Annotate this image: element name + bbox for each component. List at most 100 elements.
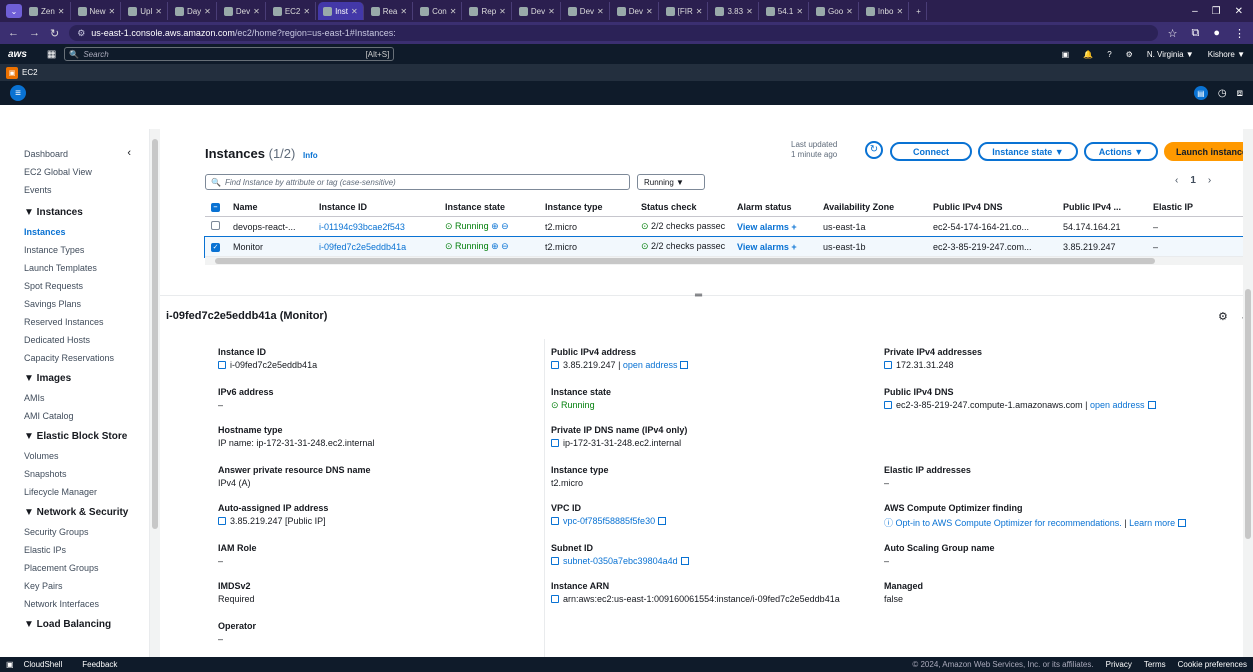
col-instance-type[interactable]: Instance type <box>539 202 635 212</box>
instance-state-button[interactable]: Instance state ▼ <box>978 142 1078 161</box>
cell-instance-id[interactable]: i-01194c93bcae2f543 <box>313 222 439 232</box>
detail-value[interactable]: Opt-in to AWS Compute Optimizer for reco… <box>896 518 1122 528</box>
browser-tab[interactable]: Inbo ✕ <box>861 2 910 20</box>
sidebar-item[interactable]: Elastic IPs <box>24 541 149 559</box>
table-row[interactable]: ✓ Monitor i-09fed7c2e5eddb41a ⊙ Running ⊕ ⊖… <box>204 236 1253 258</box>
sidebar-item[interactable]: Key Pairs <box>24 577 149 595</box>
browser-tab[interactable]: New ✕ <box>73 2 122 20</box>
sidebar-item[interactable]: Network Interfaces <box>24 595 149 613</box>
col-public-ipv4[interactable]: Public IPv4 ... <box>1057 202 1147 212</box>
zoom-in-icon[interactable]: ⊕ <box>491 241 499 251</box>
tab-close-icon[interactable]: ✕ <box>696 7 703 16</box>
info-link[interactable]: Info <box>303 151 318 160</box>
tab-close-icon[interactable]: ✕ <box>109 7 116 16</box>
copy-icon[interactable] <box>551 517 559 525</box>
cell-instance-id[interactable]: i-09fed7c2e5eddb41a <box>313 242 439 252</box>
connect-button[interactable]: Connect <box>890 142 972 161</box>
aws-search-input[interactable]: 🔍 Search [Alt+S] <box>64 47 395 61</box>
detail-link[interactable]: open address <box>1090 400 1145 410</box>
detail-value[interactable]: vpc-0f785f58885f5fe30 <box>563 516 655 526</box>
instance-filter-input[interactable]: 🔍 Find Instance by attribute or tag (cas… <box>205 174 630 190</box>
notifications-bell-icon[interactable]: 🔔 <box>1083 50 1093 59</box>
sidebar-item[interactable]: Security Groups <box>24 523 149 541</box>
sidebar-group-header[interactable]: ▼ Images <box>24 369 149 389</box>
sidebar-scrollbar[interactable] <box>150 129 160 657</box>
notifications-panel-icon[interactable]: ⧈ <box>1237 88 1243 99</box>
recent-icon[interactable]: ◷ <box>1218 88 1227 99</box>
feedback-link[interactable]: Feedback <box>82 660 117 669</box>
tab-close-icon[interactable]: ✕ <box>646 7 653 16</box>
browser-tab[interactable]: Dev ✕ <box>514 2 561 20</box>
tab-close-icon[interactable]: ✕ <box>499 7 506 16</box>
col-instance-id[interactable]: Instance ID <box>313 202 439 212</box>
browser-tab[interactable]: Inst ✕ <box>318 2 364 20</box>
sidebar-item[interactable]: AMI Catalog <box>24 407 149 425</box>
restore-icon[interactable]: ❐ <box>1212 6 1221 17</box>
row-checkbox[interactable] <box>211 221 220 230</box>
browser-tab[interactable]: Rea ✕ <box>366 2 414 20</box>
tab-close-icon[interactable]: ✕ <box>400 7 407 16</box>
close-window-icon[interactable]: ✕ <box>1235 6 1243 17</box>
sidebar-group-header[interactable]: ▼ Load Balancing <box>24 615 149 635</box>
col-name[interactable]: Name <box>227 202 313 212</box>
details-gear-icon[interactable]: ⚙ <box>1218 310 1228 323</box>
cloudshell-icon[interactable]: ▣ <box>1062 50 1070 59</box>
sidebar-item[interactable]: Lifecycle Manager <box>24 483 149 501</box>
browser-tab[interactable]: Con ✕ <box>415 2 463 20</box>
browser-tab[interactable]: Dev ✕ <box>563 2 610 20</box>
browser-menu-icon[interactable]: ⋮ <box>1234 27 1245 40</box>
service-name[interactable]: EC2 <box>22 68 38 77</box>
terms-link[interactable]: Terms <box>1144 660 1166 669</box>
sidebar-group-header[interactable]: ▼ Elastic Block Store <box>24 427 149 447</box>
reload-icon[interactable]: ↻ <box>50 27 59 40</box>
content-scrollbar[interactable] <box>1243 129 1253 657</box>
browser-tab[interactable]: [FIR ✕ <box>661 2 709 20</box>
minimize-icon[interactable]: – <box>1192 6 1198 17</box>
bookmark-star-icon[interactable]: ☆ <box>1168 27 1178 40</box>
browser-tab[interactable]: EC2 ✕ <box>268 2 317 20</box>
tab-menu-button[interactable]: ⌄ <box>6 4 22 18</box>
sidebar-item[interactable]: Instance Types <box>24 241 149 259</box>
split-drag-handle-icon[interactable]: ═ <box>695 290 702 301</box>
sidebar-item[interactable]: Spot Requests <box>24 277 149 295</box>
tab-close-icon[interactable]: ✕ <box>796 7 803 16</box>
account-menu[interactable]: Kishore ▼ <box>1208 50 1245 59</box>
sidebar-group-header[interactable]: ▼ Instances <box>24 203 149 223</box>
col-elastic-ip[interactable]: Elastic IP <box>1147 202 1207 212</box>
copy-icon[interactable] <box>884 361 892 369</box>
sidebar-item[interactable]: Volumes <box>24 447 149 465</box>
zoom-in-icon[interactable]: ⊕ <box>491 221 499 231</box>
sidebar-item[interactable]: EC2 Global View <box>24 163 149 181</box>
select-all-checkbox[interactable]: – <box>211 203 220 212</box>
zoom-out-icon[interactable]: ⊖ <box>501 221 509 231</box>
extensions-icon[interactable]: ⧉ <box>1191 27 1199 40</box>
table-row[interactable]: devops-react-... i-01194c93bcae2f543 ⊙ Run… <box>205 217 1253 237</box>
profile-avatar-icon[interactable]: ● <box>1213 27 1220 40</box>
col-public-dns[interactable]: Public IPv4 DNS <box>927 202 1057 212</box>
settings-gear-icon[interactable]: ⚙ <box>1126 50 1133 59</box>
copy-icon[interactable] <box>218 517 226 525</box>
new-tab-button[interactable]: + <box>911 2 927 20</box>
tab-close-icon[interactable]: ✕ <box>155 7 162 16</box>
prev-page-icon[interactable]: ‹ <box>1175 175 1178 186</box>
sidebar-group-header[interactable]: ▼ Network & Security <box>24 503 149 523</box>
sidebar-item[interactable]: Savings Plans <box>24 295 149 313</box>
view-alarms-link[interactable]: View alarms + <box>731 242 817 252</box>
col-alarm-status[interactable]: Alarm status <box>731 202 817 212</box>
tab-close-icon[interactable]: ✕ <box>204 7 211 16</box>
browser-tab[interactable]: Upl ✕ <box>123 2 168 20</box>
external-link-icon[interactable] <box>1178 519 1187 527</box>
sidebar-collapse-icon[interactable]: ‹ <box>127 147 131 159</box>
region-selector[interactable]: N. Virginia ▼ <box>1147 50 1194 59</box>
cloudshell-icon[interactable]: ▣ <box>6 660 14 669</box>
detail-value[interactable]: subnet-0350a7ebc39804a4d <box>563 556 678 566</box>
sidebar-item[interactable]: AMIs <box>24 389 149 407</box>
browser-tab[interactable]: 54.1 ✕ <box>761 2 810 20</box>
sidebar-item[interactable]: Dedicated Hosts <box>24 331 149 349</box>
table-horizontal-scrollbar[interactable] <box>205 257 1253 265</box>
actions-button[interactable]: Actions ▼ <box>1084 142 1158 161</box>
col-instance-state[interactable]: Instance state <box>439 202 539 212</box>
tab-close-icon[interactable]: ✕ <box>351 7 358 16</box>
sidebar-item[interactable]: Snapshots <box>24 465 149 483</box>
browser-tab[interactable]: Goo ✕ <box>811 2 859 20</box>
